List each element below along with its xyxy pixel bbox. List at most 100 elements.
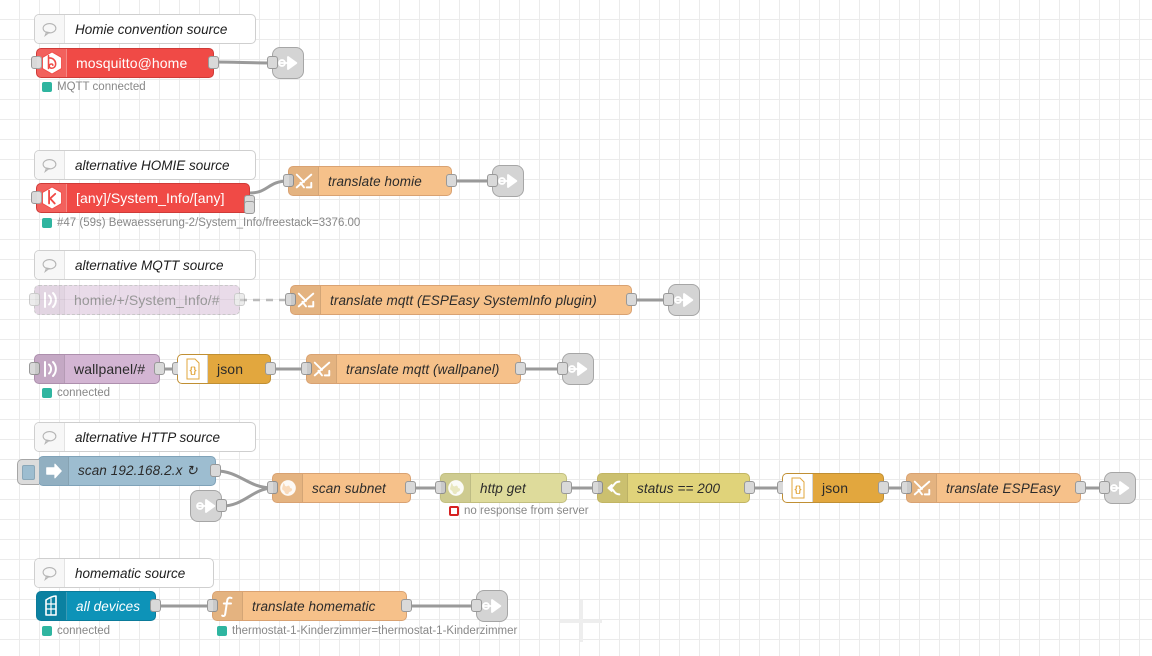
status-dot-error [449, 506, 459, 516]
port-output[interactable] [878, 481, 889, 494]
port-output[interactable] [150, 599, 161, 612]
node-homematic-all-devices[interactable]: all devices [36, 591, 161, 621]
node-json-1[interactable]: {} json [172, 354, 276, 384]
port-input[interactable] [663, 293, 674, 306]
node-change-translate-mqtt-espeasy[interactable]: translate mqtt (ESPEasy SystemInfo plugi… [285, 285, 637, 315]
port-output-2[interactable] [244, 201, 255, 214]
building-icon [37, 592, 67, 620]
comment-icon [35, 15, 65, 43]
comment-node-homie-convention[interactable]: Homie convention source [34, 14, 256, 44]
port-output[interactable] [401, 599, 412, 612]
comment-node-alternative-http[interactable]: alternative HTTP source [34, 422, 256, 452]
port-output[interactable] [234, 293, 245, 306]
status-text: connected [57, 625, 111, 637]
node-label: mosquitto@home [76, 55, 188, 71]
node-label: [any]/System_Info/[any] [76, 190, 225, 206]
comment-label: alternative HOMIE source [75, 157, 230, 173]
antenna-icon [35, 286, 65, 314]
flow-canvas[interactable]: Homie convention source mosquitto@home M… [0, 0, 1152, 656]
node-label: status == 200 [637, 480, 721, 496]
comment-icon [35, 251, 65, 279]
comment-icon [35, 559, 65, 587]
node-http-request-http-get[interactable]: http get [435, 473, 572, 503]
node-homie-in[interactable]: [any]/System_Info/[any] [31, 183, 255, 214]
status-text: no response from server [464, 505, 589, 517]
port-input[interactable] [471, 599, 482, 612]
node-label: translate mqtt (wallpanel) [346, 361, 500, 377]
status-dot [217, 626, 227, 636]
status-homie-message: #47 (59s) Bewaesserung-2/System_Info/fre… [42, 217, 360, 229]
port-input[interactable] [487, 174, 498, 187]
node-label: scan 192.168.2.x ↻ [78, 463, 198, 478]
node-label: translate mqtt (ESPEasy SystemInfo plugi… [330, 292, 597, 308]
node-json-2[interactable]: {} json [777, 473, 889, 503]
switch-icon [598, 474, 628, 502]
comment-node-homematic[interactable]: homematic source [34, 558, 214, 588]
comment-label: Homie convention source [75, 21, 228, 37]
port-output[interactable] [744, 481, 755, 494]
node-mqtt-in-mosquitto[interactable]: mosquitto@home [31, 48, 219, 78]
status-wallpanel-connected: connected [42, 387, 110, 399]
port-output[interactable] [210, 464, 221, 477]
node-http-request-scan-subnet[interactable]: scan subnet [267, 473, 416, 503]
node-mqtt-in-wallpanel[interactable]: wallpanel/# [29, 354, 165, 384]
comment-node-alternative-homie[interactable]: alternative HOMIE source [34, 150, 256, 180]
node-switch-status-200[interactable]: status == 200 [592, 473, 755, 503]
node-mqtt-in-disabled[interactable]: homie/+/System_Info/# [29, 285, 245, 315]
node-debug-2[interactable] [487, 165, 524, 197]
node-debug-5[interactable] [1099, 472, 1136, 504]
node-function-translate-homematic[interactable]: translate homematic [207, 591, 412, 621]
port-output[interactable] [265, 362, 276, 375]
port-output[interactable] [561, 481, 572, 494]
port-input[interactable] [1099, 481, 1110, 494]
comment-label: homematic source [75, 565, 186, 581]
node-change-translate-espeasy[interactable]: translate ESPEasy [901, 473, 1086, 503]
svg-text:{}: {} [189, 365, 197, 375]
node-debug-3[interactable] [663, 284, 700, 316]
node-label: translate homie [328, 173, 422, 189]
node-label: wallpanel/# [74, 361, 146, 377]
svg-text:{}: {} [794, 484, 802, 494]
port-output[interactable] [208, 56, 219, 69]
json-icon: {} [783, 474, 813, 502]
port-input[interactable] [557, 362, 568, 375]
globe-icon [441, 474, 471, 502]
comment-icon [35, 151, 65, 179]
comment-icon [35, 423, 65, 451]
change-icon [307, 355, 337, 383]
port-output[interactable] [405, 481, 416, 494]
status-text: #47 (59s) Bewaesserung-2/System_Info/fre… [57, 217, 361, 229]
port-output[interactable] [1075, 481, 1086, 494]
port-output[interactable] [216, 499, 227, 512]
port-output[interactable] [446, 174, 457, 187]
status-homematic-message: thermostat-1-Kinderzimmer=thermostat-1-K… [217, 625, 517, 637]
node-link-in[interactable] [190, 490, 227, 522]
node-debug-1[interactable] [267, 47, 304, 79]
status-dot [42, 626, 52, 636]
port-output[interactable] [626, 293, 637, 306]
comment-label: alternative HTTP source [75, 429, 221, 445]
inject-trigger-button[interactable] [17, 459, 39, 485]
status-dot [42, 388, 52, 398]
change-icon [291, 286, 321, 314]
port-input[interactable] [267, 56, 278, 69]
node-inject-scan[interactable]: scan 192.168.2.x ↻ [17, 456, 221, 486]
status-homematic-connected: connected [42, 625, 110, 637]
node-label: translate ESPEasy [946, 480, 1061, 496]
comment-node-alternative-mqtt[interactable]: alternative MQTT source [34, 250, 256, 280]
port-output[interactable] [515, 362, 526, 375]
mosquitto-icon [37, 49, 67, 77]
status-mqtt-connected: MQTT connected [42, 81, 146, 93]
status-no-response: no response from server [449, 505, 589, 517]
port-output[interactable] [154, 362, 165, 375]
node-label: homie/+/System_Info/# [74, 292, 220, 308]
node-change-translate-mqtt-wallpanel[interactable]: translate mqtt (wallpanel) [301, 354, 526, 384]
json-icon: {} [178, 355, 208, 383]
node-debug-6[interactable] [471, 590, 508, 622]
node-label: scan subnet [312, 480, 386, 496]
change-icon [289, 167, 319, 195]
node-label: translate homematic [252, 598, 376, 614]
node-change-translate-homie[interactable]: translate homie [283, 166, 457, 196]
status-dot [42, 218, 52, 228]
node-debug-4[interactable] [557, 353, 594, 385]
